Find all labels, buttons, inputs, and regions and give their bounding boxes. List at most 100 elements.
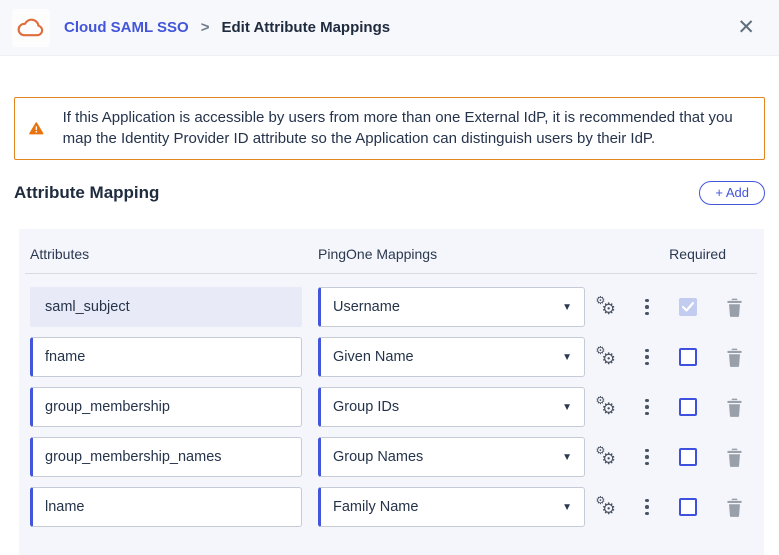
warning-text: If this Application is accessible by use… [63,107,748,150]
kebab-menu-icon[interactable] [642,396,652,419]
trash-icon[interactable] [726,397,743,417]
kebab-cell [630,496,664,519]
attribute-value: lname [45,499,85,515]
required-cell [664,298,712,316]
trash-icon[interactable] [726,347,743,367]
table-header-row: Attributes PingOne Mappings Required [30,242,764,262]
required-checkbox[interactable] [679,498,697,516]
kebab-menu-icon[interactable] [642,496,652,519]
delete-cell [712,297,756,317]
table-rows: saml_subject Username ▼ ⚙ ⚙ [30,287,764,527]
mapping-dropdown[interactable]: Group IDs ▼ [318,387,585,427]
delete-cell [712,497,756,517]
delete-cell [712,347,756,367]
mapping-dropdown[interactable]: Username ▼ [318,287,585,327]
attribute-input[interactable]: lname [30,487,302,527]
attribute-input: saml_subject [30,287,302,327]
attribute-cell: lname [30,487,318,527]
column-header-attributes: Attributes [30,246,318,262]
add-button[interactable]: + Add [699,181,765,206]
attribute-input[interactable]: fname [30,337,302,377]
attribute-cell: group_membership [30,387,318,427]
page-title: Edit Attribute Mappings [222,19,391,36]
chevron-down-icon: ▼ [562,452,572,463]
table-row: group_membership_names Group Names ▼ ⚙ ⚙ [30,437,764,477]
breadcrumb-app-title[interactable]: Cloud SAML SSO [64,19,189,36]
advanced-settings-gear-icon[interactable]: ⚙ ⚙ [596,496,620,518]
gear-big-glyph: ⚙ [602,399,616,419]
trash-icon[interactable] [726,497,743,517]
mapping-dropdown[interactable]: Group Names ▼ [318,437,585,477]
required-cell [664,348,712,366]
advanced-settings-gear-icon[interactable]: ⚙ ⚙ [596,446,620,468]
chevron-down-icon: ▼ [562,402,572,413]
chevron-down-icon: ▼ [562,302,572,313]
mapping-selected-value: Group IDs [333,399,399,415]
attribute-input[interactable]: group_membership_names [30,437,302,477]
advanced-settings-gear-icon[interactable]: ⚙ ⚙ [596,346,620,368]
app-logo-tile [12,9,50,47]
chevron-down-icon: ▼ [562,352,572,363]
kebab-menu-icon[interactable] [642,346,652,369]
required-checkbox[interactable] [679,348,697,366]
required-checkbox[interactable] [679,448,697,466]
required-cell [664,448,712,466]
mapping-selected-value: Username [333,299,400,315]
mapping-selected-value: Given Name [333,349,414,365]
kebab-cell [630,296,664,319]
attribute-cell: fname [30,337,318,377]
attribute-value: saml_subject [45,299,130,315]
attribute-value: fname [45,349,85,365]
advanced-settings-gear-icon[interactable]: ⚙ ⚙ [596,296,620,318]
close-icon[interactable]: ✕ [731,13,761,42]
required-cell [664,398,712,416]
attribute-value: group_membership_names [45,449,222,465]
table-row: saml_subject Username ▼ ⚙ ⚙ [30,287,764,327]
gear-big-glyph: ⚙ [602,299,616,319]
trash-icon[interactable] [726,447,743,467]
kebab-cell [630,396,664,419]
advanced-settings-gear-icon[interactable]: ⚙ ⚙ [596,396,620,418]
kebab-menu-icon[interactable] [642,446,652,469]
gear-cell: ⚙ ⚙ [585,396,630,418]
required-cell [664,498,712,516]
header-divider [25,273,757,274]
gear-big-glyph: ⚙ [602,499,616,519]
delete-cell [712,447,756,467]
mapping-selected-value: Family Name [333,499,418,515]
section-title: Attribute Mapping [14,183,159,203]
mapping-dropdown[interactable]: Given Name ▼ [318,337,585,377]
attribute-value: group_membership [45,399,170,415]
gear-cell: ⚙ ⚙ [585,446,630,468]
required-checkbox[interactable] [679,398,697,416]
gear-cell: ⚙ ⚙ [585,496,630,518]
kebab-menu-icon[interactable] [642,296,652,319]
gear-big-glyph: ⚙ [602,449,616,469]
required-checkbox [679,298,697,316]
warning-triangle-icon [29,116,44,141]
mapping-selected-value: Group Names [333,449,423,465]
chevron-down-icon: ▼ [562,502,572,513]
warning-banner: If this Application is accessible by use… [14,97,765,160]
attribute-cell: saml_subject [30,287,318,327]
kebab-cell [630,346,664,369]
delete-cell [712,397,756,417]
section-heading-row: Attribute Mapping + Add [14,181,765,206]
gear-big-glyph: ⚙ [602,349,616,369]
attribute-input[interactable]: group_membership [30,387,302,427]
column-header-required: Required [669,246,726,262]
table-row: lname Family Name ▼ ⚙ ⚙ [30,487,764,527]
gear-cell: ⚙ ⚙ [585,346,630,368]
mapping-dropdown[interactable]: Family Name ▼ [318,487,585,527]
table-row: fname Given Name ▼ ⚙ ⚙ [30,337,764,377]
gear-cell: ⚙ ⚙ [585,296,630,318]
kebab-cell [630,446,664,469]
cloud-icon [16,16,46,39]
table-row: group_membership Group IDs ▼ ⚙ ⚙ [30,387,764,427]
checkmark-icon [682,302,694,312]
column-header-pingone-mappings: PingOne Mappings [318,246,585,262]
attribute-mapping-panel: Attributes PingOne Mappings Required sam… [19,229,764,555]
trash-icon[interactable] [726,297,743,317]
attribute-cell: group_membership_names [30,437,318,477]
breadcrumb-separator: > [201,19,210,36]
